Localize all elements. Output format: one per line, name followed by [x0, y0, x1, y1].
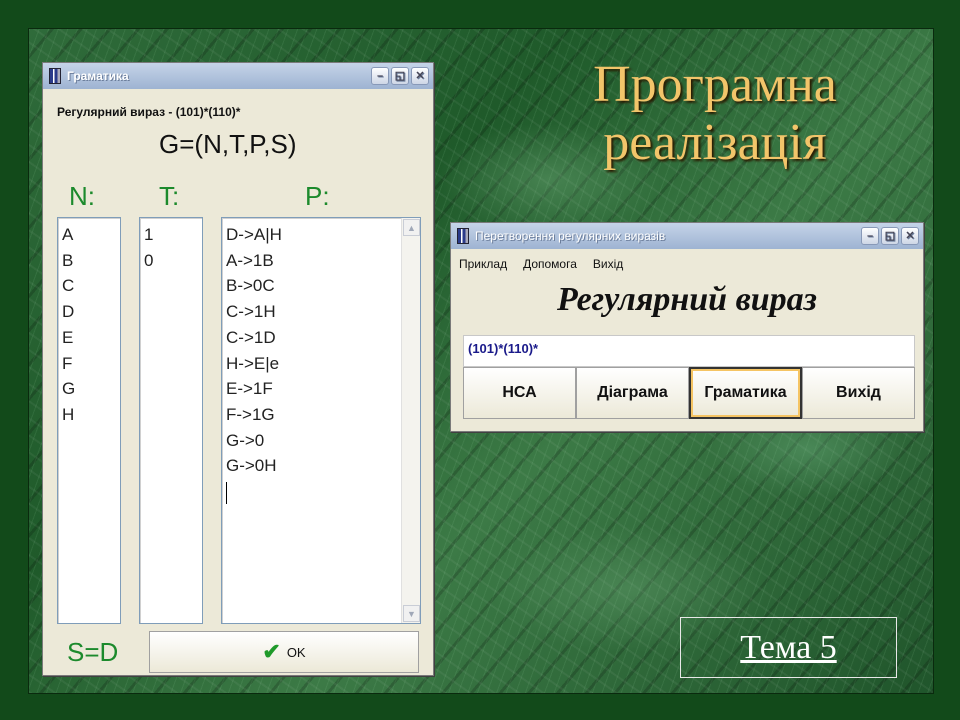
list-item: B->0C	[226, 276, 275, 296]
t-list[interactable]: 1 0	[139, 217, 203, 624]
n-list[interactable]: A B C D E F G H	[57, 217, 121, 624]
list-item: C	[62, 276, 75, 296]
list-item: F->1G	[226, 404, 275, 424]
grammar-window-title: Граматика	[67, 69, 129, 83]
grammar-button[interactable]: Граматика	[689, 367, 802, 419]
list-item: A	[62, 225, 74, 244]
start-symbol: S=D	[67, 637, 119, 667]
list-item: H	[62, 404, 75, 424]
converter-titlebar[interactable]: Перетворення регулярних виразів – ◱ ✕	[451, 223, 923, 249]
minimize-icon[interactable]: –	[861, 227, 879, 245]
slide-title-line1: Програмна	[593, 56, 837, 113]
label-n: N:	[69, 181, 95, 211]
list-item: G->0	[226, 430, 265, 450]
close-icon[interactable]: ✕	[901, 227, 919, 245]
grammar-titlebar[interactable]: Граматика – ◱ ✕	[43, 63, 433, 89]
topic-link[interactable]: Тема 5	[680, 617, 897, 678]
ok-label: OK	[286, 644, 306, 660]
minimize-icon[interactable]: –	[371, 67, 389, 85]
scroll-up-icon[interactable]: ▲	[403, 219, 420, 236]
maximize-icon[interactable]: ◱	[391, 67, 409, 85]
list-item: C->1D	[226, 327, 276, 347]
list-item: D	[62, 302, 75, 322]
list-item: D->A|H	[226, 225, 282, 244]
nsa-button[interactable]: НСА	[463, 367, 576, 419]
slide-title-line2: реалізація	[603, 114, 827, 171]
exit-button[interactable]: Вихід	[802, 367, 915, 419]
grammar-window: Граматика – ◱ ✕ Регулярний вираз - (101)…	[42, 62, 434, 676]
label-p: P:	[305, 181, 330, 211]
list-item: A->1B	[226, 250, 274, 270]
text-caret	[226, 479, 420, 505]
converter-window: Перетворення регулярних виразів – ◱ ✕ Пр…	[450, 222, 924, 432]
list-item: E->1F	[226, 379, 273, 399]
menu-item-example[interactable]: Приклад	[459, 257, 507, 271]
list-item: 0	[144, 250, 154, 270]
diagram-button[interactable]: Діаграма	[576, 367, 689, 419]
app-icon	[49, 68, 61, 84]
list-item: H->E|e	[226, 353, 280, 373]
regex-input[interactable]: (101)*(110)*	[463, 335, 915, 367]
slide-title: Програмна реалізація	[520, 56, 910, 172]
menu-bar: Приклад Допомога Вихід	[459, 257, 639, 271]
list-item: F	[62, 353, 73, 373]
list-item: C->1H	[226, 302, 276, 322]
app-icon	[457, 228, 469, 244]
scroll-down-icon[interactable]: ▼	[403, 605, 420, 622]
list-item: 1	[144, 225, 154, 244]
checkmark-icon: ✔	[262, 639, 281, 664]
maximize-icon[interactable]: ◱	[881, 227, 899, 245]
menu-item-exit[interactable]: Вихід	[593, 257, 623, 271]
grammar-formula: G=(N,T,P,S)	[159, 129, 297, 159]
converter-window-title: Перетворення регулярних виразів	[475, 229, 666, 243]
list-item: G	[62, 379, 76, 399]
list-item: B	[62, 250, 74, 270]
list-item: E	[62, 327, 74, 347]
vertical-scrollbar[interactable]: ▲ ▼	[401, 218, 420, 623]
ok-button[interactable]: ✔ OK	[149, 631, 419, 673]
close-icon[interactable]: ✕	[411, 67, 429, 85]
regex-caption: Регулярний вираз - (101)*(110)*	[57, 105, 241, 119]
menu-item-help[interactable]: Допомога	[523, 257, 577, 271]
label-t: T:	[159, 181, 180, 211]
p-list[interactable]: D->A|H A->1B B->0C C->1H C->1D H->E|e E-…	[221, 217, 421, 624]
list-item: G->0H	[226, 456, 277, 476]
regex-heading: Регулярний вираз	[557, 281, 817, 318]
